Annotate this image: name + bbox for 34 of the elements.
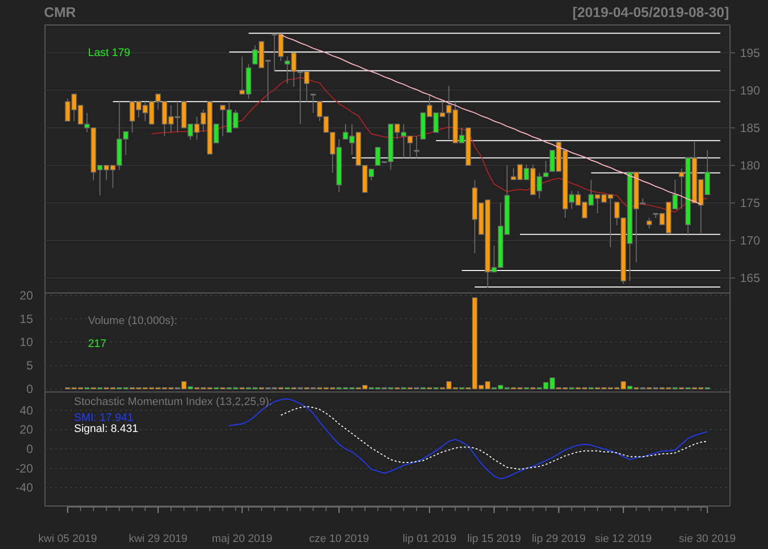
axis-label: 20 [20, 288, 33, 302]
last-price-label: Last 179 [88, 47, 130, 59]
axis-label: 180 [740, 158, 760, 172]
axis-label: sie 30 2019 [678, 533, 736, 545]
date-range: [2019-04-05/2019-08-30] [572, 4, 729, 20]
indicator-label: Stochastic Momentum Index (13,2,25,9): [74, 396, 272, 408]
axis-label: 195 [740, 46, 760, 60]
axis-label: 15 [20, 312, 33, 326]
axis-label: maj 20 2019 [212, 533, 272, 545]
axis-label: 20 [20, 422, 33, 437]
signal-value: Signal: 8.431 [74, 423, 138, 435]
axis-label: lip 15 2019 [467, 533, 522, 545]
axis-label: -40 [16, 480, 33, 495]
axis-label: kwi 29 2019 [128, 533, 188, 545]
axis-label: lip 29 2019 [532, 533, 586, 545]
axis-label: -20 [16, 461, 33, 476]
axis-label: 40 [20, 403, 33, 418]
smi-value: SMI: 17.941 [74, 412, 134, 424]
axis-label: 165 [740, 270, 760, 285]
volume-value: 217 [88, 338, 106, 350]
axis-label: 185 [740, 120, 760, 135]
axis-label: lip 01 2019 [402, 533, 456, 545]
axis-label: 0 [26, 442, 33, 456]
axis-label: cze 10 2019 [309, 533, 369, 545]
chart-title: CMR [44, 4, 76, 20]
axis-label: 0 [26, 382, 33, 396]
axis-label: 10 [20, 335, 33, 350]
axis-label: kwi 05 2019 [38, 533, 97, 545]
axis-label: 175 [740, 196, 760, 210]
axis-label: sie 12 2019 [594, 533, 652, 545]
axis-label: 190 [740, 83, 760, 98]
axis-label: 170 [740, 233, 760, 248]
volume-label: Volume (10,000s): [88, 315, 178, 327]
axis-label: 5 [26, 358, 33, 373]
